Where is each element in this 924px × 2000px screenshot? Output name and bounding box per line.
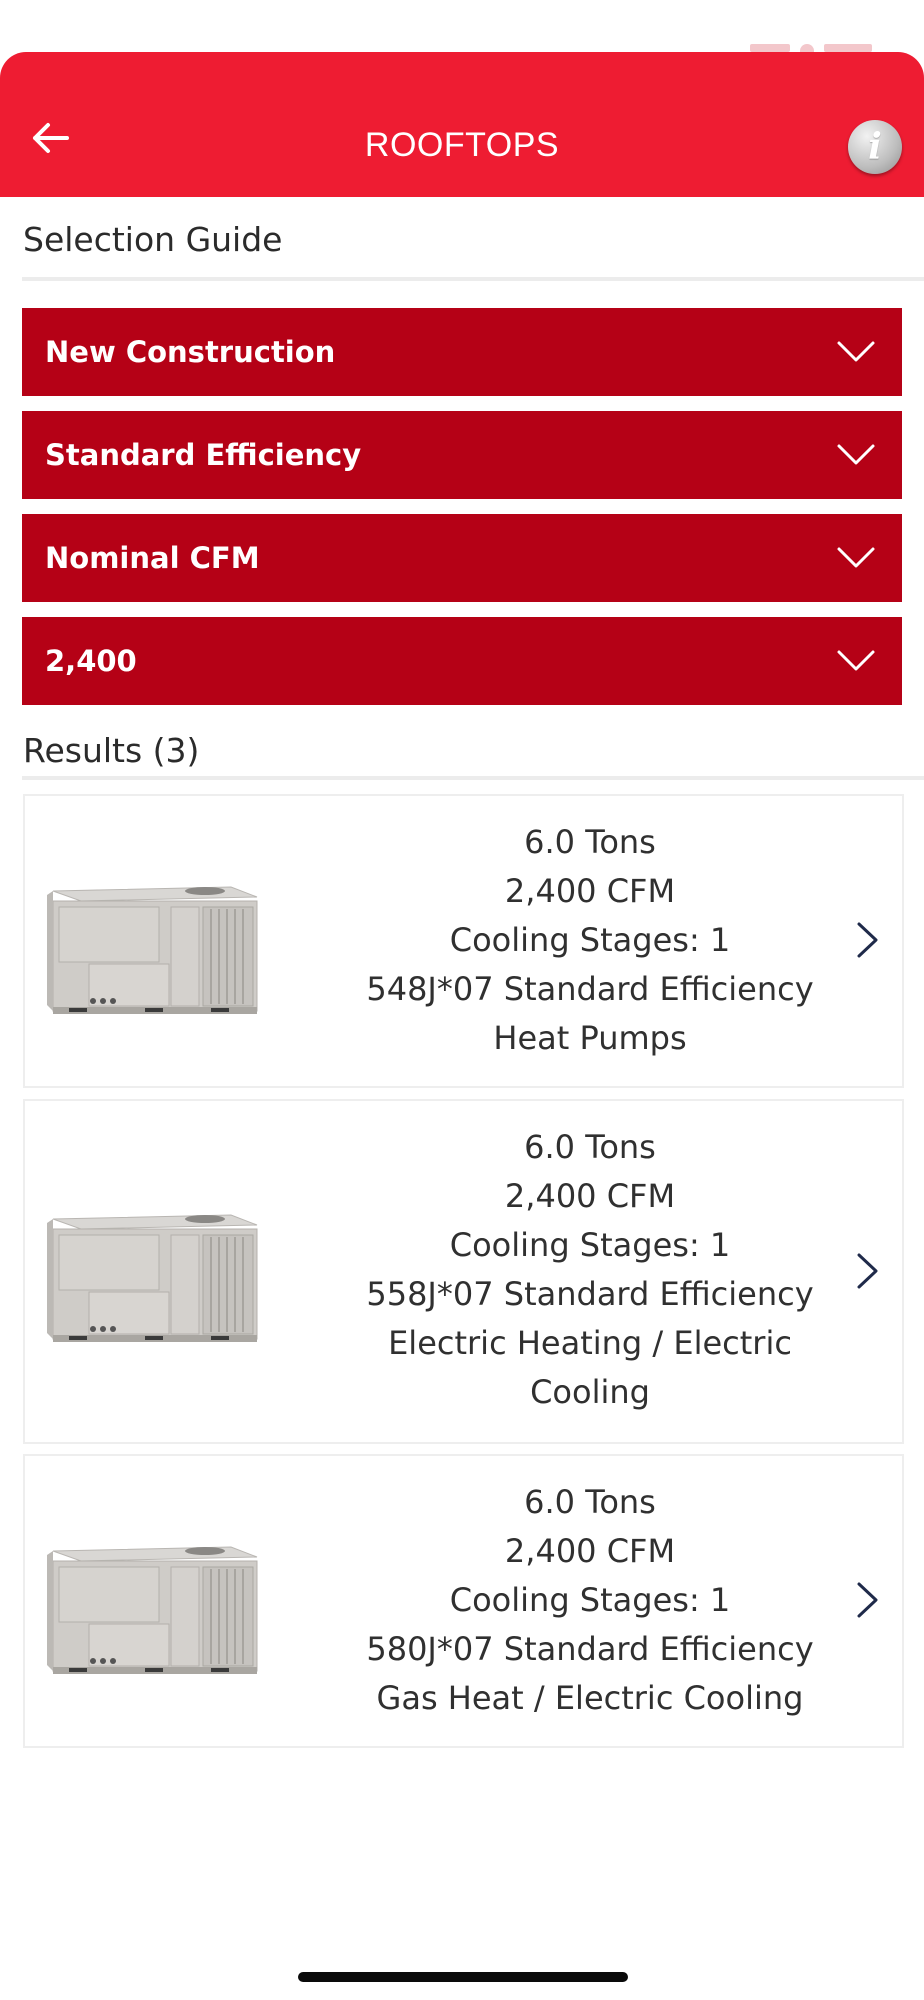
result-description: Heat Pumps xyxy=(493,1019,687,1057)
signal-icon xyxy=(750,44,790,52)
result-cooling-stages: Cooling Stages: 1 xyxy=(449,921,731,959)
status-time: 3:48 xyxy=(88,22,173,52)
result-model: 558J*07 Standard Efficiency xyxy=(366,1275,814,1313)
divider xyxy=(22,277,924,281)
result-tons: 6.0 Tons xyxy=(524,823,656,861)
divider xyxy=(22,776,924,780)
result-description: Electric Heating / Electric Cooling xyxy=(388,1324,792,1411)
page-title: ROOFTOPS xyxy=(364,126,560,164)
result-cfm: 2,400 CFM xyxy=(504,872,676,910)
filter-label: Nominal CFM xyxy=(45,541,260,575)
result-cfm: 2,400 CFM xyxy=(504,1532,676,1570)
result-card[interactable]: 6.0 Tons 2,400 CFM Cooling Stages: 1 558… xyxy=(23,1099,904,1444)
rooftop-unit-image xyxy=(46,1214,258,1343)
chevron-down-icon xyxy=(837,547,875,568)
result-tons: 6.0 Tons xyxy=(524,1128,656,1166)
chevron-down-icon xyxy=(837,650,875,671)
home-indicator[interactable] xyxy=(298,1972,628,1982)
filter-label: 2,400 xyxy=(45,644,137,678)
results-title: Results (3) xyxy=(23,731,200,770)
status-icons xyxy=(750,44,872,52)
filter-construction-type[interactable]: New Construction xyxy=(22,308,902,396)
screen: 3:48 ROOFTOPS i Selection Guide New Cons… xyxy=(0,0,924,2000)
result-description: Gas Heat / Electric Cooling xyxy=(376,1679,804,1717)
result-card[interactable]: 6.0 Tons 2,400 CFM Cooling Stages: 1 580… xyxy=(23,1454,904,1748)
status-bar: 3:48 xyxy=(0,0,924,52)
filter-label: Standard Efficiency xyxy=(45,438,362,472)
result-cooling-stages: Cooling Stages: 1 xyxy=(449,1226,731,1264)
result-card[interactable]: 6.0 Tons 2,400 CFM Cooling Stages: 1 548… xyxy=(23,794,904,1088)
app-header: ROOFTOPS i xyxy=(0,52,924,197)
info-icon: i xyxy=(868,126,882,168)
wifi-icon xyxy=(800,44,814,52)
rooftop-unit-image xyxy=(46,1546,258,1675)
info-button[interactable]: i xyxy=(848,120,902,174)
battery-icon xyxy=(824,44,872,52)
filter-criteria[interactable]: Nominal CFM xyxy=(22,514,902,602)
filter-efficiency[interactable]: Standard Efficiency xyxy=(22,411,902,499)
result-details: 6.0 Tons 2,400 CFM Cooling Stages: 1 558… xyxy=(325,1123,855,1417)
device-notch xyxy=(234,0,690,52)
rooftop-unit-image xyxy=(46,886,258,1015)
result-details: 6.0 Tons 2,400 CFM Cooling Stages: 1 580… xyxy=(325,1478,855,1723)
chevron-down-icon xyxy=(837,444,875,465)
chevron-right-icon xyxy=(857,1253,878,1289)
selection-guide-title: Selection Guide xyxy=(23,220,283,259)
filter-label: New Construction xyxy=(45,335,336,369)
chevron-right-icon xyxy=(857,922,878,958)
chevron-down-icon xyxy=(837,341,875,362)
result-tons: 6.0 Tons xyxy=(524,1483,656,1521)
chevron-right-icon xyxy=(857,1582,878,1618)
result-model: 580J*07 Standard Efficiency xyxy=(366,1630,814,1668)
filter-cfm-value[interactable]: 2,400 xyxy=(22,617,902,705)
result-details: 6.0 Tons 2,400 CFM Cooling Stages: 1 548… xyxy=(325,818,855,1063)
result-model: 548J*07 Standard Efficiency xyxy=(366,970,814,1008)
result-cooling-stages: Cooling Stages: 1 xyxy=(449,1581,731,1619)
result-cfm: 2,400 CFM xyxy=(504,1177,676,1215)
